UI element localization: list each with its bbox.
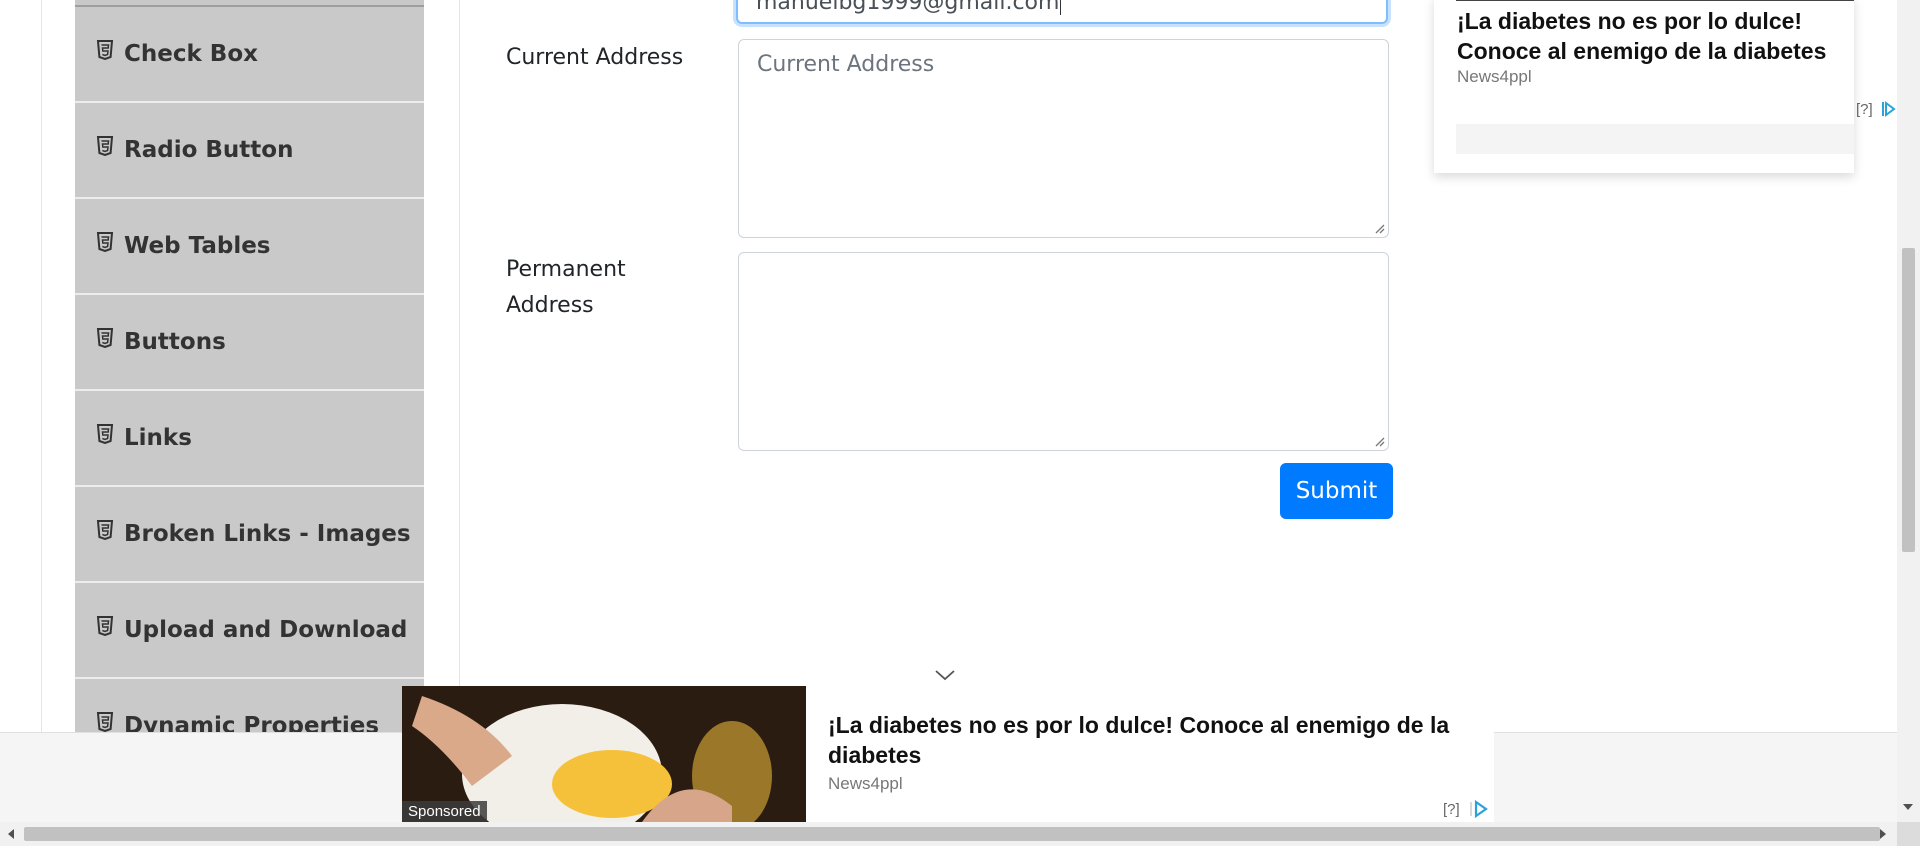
adchoices-icon[interactable] bbox=[1470, 800, 1488, 818]
scroll-right-arrow-icon[interactable] bbox=[1880, 829, 1886, 839]
right-ad-source: News4ppl bbox=[1457, 67, 1532, 86]
scroll-left-arrow-icon[interactable] bbox=[8, 829, 14, 839]
bottom-ad-source: News4ppl bbox=[828, 774, 903, 793]
sidebar-item-label: Web Tables bbox=[124, 233, 271, 259]
html5-icon bbox=[96, 424, 114, 444]
html5-icon bbox=[96, 136, 114, 156]
sidebar-item-label: Dynamic Properties bbox=[124, 713, 380, 732]
resize-grip-icon[interactable] bbox=[1373, 435, 1385, 447]
html5-icon bbox=[96, 328, 114, 348]
scrollbar-corner bbox=[1897, 822, 1920, 846]
sidebar-item-label: Links bbox=[124, 425, 192, 451]
sidebar-item-web-tables[interactable]: Web Tables bbox=[75, 199, 424, 295]
sidebar-item-dynamic-properties[interactable]: Dynamic Properties bbox=[75, 679, 424, 732]
right-ad[interactable]: ¡La diabetes no es por lo dulce! Conoce … bbox=[1434, 0, 1854, 173]
page-left-border bbox=[41, 0, 42, 732]
sidebar-item-links[interactable]: Links bbox=[75, 391, 424, 487]
sidebar-item-label: Buttons bbox=[124, 329, 226, 355]
right-ad-help[interactable]: [?] bbox=[1856, 101, 1873, 118]
email-value: manuelbg1999@gmail.com bbox=[756, 0, 1060, 15]
chevron-down-icon[interactable] bbox=[934, 668, 956, 682]
permanent-address-label-line2: Address bbox=[506, 293, 594, 318]
html5-icon bbox=[96, 232, 114, 252]
email-field[interactable]: manuelbg1999@gmail.com bbox=[736, 0, 1388, 24]
vertical-scroll-thumb[interactable] bbox=[1902, 248, 1915, 552]
sidebar-item-buttons[interactable]: Buttons bbox=[75, 295, 424, 391]
current-address-textarea[interactable]: Current Address bbox=[738, 39, 1389, 238]
html5-icon bbox=[96, 712, 114, 732]
sidebar-item-label: Broken Links - Images bbox=[124, 521, 411, 547]
ad-image-edge bbox=[1456, 0, 1854, 1]
sidebar-item-label: Upload and Download bbox=[124, 617, 408, 643]
sidebar-menu: Check Box Radio Button Web Tables Button… bbox=[75, 0, 424, 732]
sponsored-badge: Sponsored bbox=[402, 801, 487, 822]
ad-background-pattern bbox=[1456, 124, 1854, 154]
bottom-ad-help[interactable]: [?] bbox=[1443, 801, 1460, 818]
sidebar-item-check-box[interactable]: Check Box bbox=[75, 7, 424, 103]
html5-icon bbox=[96, 520, 114, 540]
permanent-address-textarea[interactable] bbox=[738, 252, 1389, 451]
sidebar-item-radio-button[interactable]: Radio Button bbox=[75, 103, 424, 199]
html5-icon bbox=[96, 40, 114, 60]
permanent-address-label: Permanent Address bbox=[506, 252, 626, 324]
sidebar-item-broken-links-images[interactable]: Broken Links - Images bbox=[75, 487, 424, 583]
current-address-placeholder: Current Address bbox=[757, 52, 935, 77]
adchoices-icon[interactable] bbox=[1882, 101, 1896, 117]
submit-button[interactable]: Submit bbox=[1280, 463, 1393, 519]
sidebar-item-upload-and-download[interactable]: Upload and Download bbox=[75, 583, 424, 679]
resize-grip-icon[interactable] bbox=[1373, 222, 1385, 234]
bottom-ad-title[interactable]: ¡La diabetes no es por lo dulce! Conoce … bbox=[828, 710, 1488, 770]
html5-icon bbox=[96, 616, 114, 636]
permanent-address-label-line1: Permanent bbox=[506, 257, 626, 282]
scroll-down-arrow-icon[interactable] bbox=[1903, 804, 1913, 810]
sidebar-item-label: Radio Button bbox=[124, 137, 294, 163]
sidebar-item-text-box-partial[interactable] bbox=[75, 0, 424, 7]
horizontal-scrollbar[interactable] bbox=[0, 822, 1920, 846]
ad-image[interactable]: Sponsored bbox=[402, 686, 806, 822]
vertical-scrollbar[interactable] bbox=[1897, 0, 1920, 822]
current-address-label: Current Address bbox=[506, 45, 684, 70]
sidebar-item-label: Check Box bbox=[124, 41, 258, 67]
right-ad-title[interactable]: ¡La diabetes no es por lo dulce! Conoce … bbox=[1457, 6, 1837, 66]
content-divider bbox=[459, 0, 460, 732]
horizontal-scroll-thumb[interactable] bbox=[24, 827, 1880, 841]
bottom-ad[interactable]: Sponsored ¡La diabetes no es por lo dulc… bbox=[402, 686, 1494, 822]
